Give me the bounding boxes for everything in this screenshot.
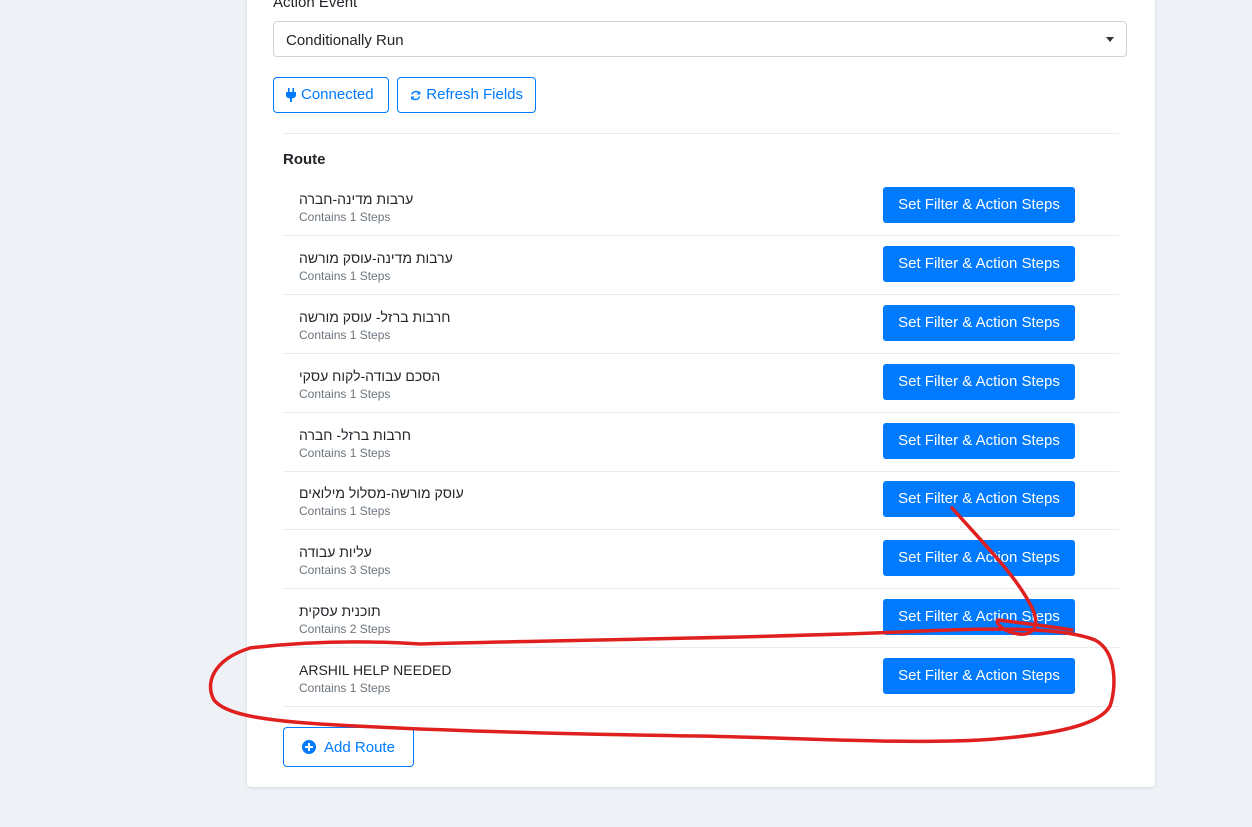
route-item-steps: Contains 1 Steps [299, 387, 391, 401]
connected-label: Connected [301, 86, 374, 103]
route-row-divider [283, 412, 1119, 413]
route-row-divider [283, 529, 1119, 530]
route-item-name: תוכנית עסקית [299, 603, 381, 619]
route-item-name: ערבות מדינה-עוסק מורשה [299, 250, 453, 266]
route-item: ערבות מדינה-חברה Contains 1 Steps Set Fi… [283, 187, 1119, 245]
set-filter-action-steps-button[interactable]: Set Filter & Action Steps [883, 187, 1075, 223]
add-route-button[interactable]: Add Route [283, 727, 414, 767]
caret-down-icon [1106, 37, 1114, 42]
action-event-select[interactable]: Conditionally Run [273, 21, 1127, 57]
route-row-divider [283, 294, 1119, 295]
route-item-name: חרבות ברזל- חברה [299, 427, 411, 443]
add-route-label: Add Route [324, 738, 395, 756]
plug-icon [286, 88, 296, 102]
action-event-value: Conditionally Run [286, 32, 404, 49]
route-item: ARSHIL HELP NEEDED Contains 1 Steps Set … [283, 658, 1119, 716]
set-filter-action-steps-button[interactable]: Set Filter & Action Steps [883, 246, 1075, 282]
set-filter-action-steps-button[interactable]: Set Filter & Action Steps [883, 540, 1075, 576]
section-divider [283, 133, 1119, 134]
route-item-name: הסכם עבודה-לקוח עסקי [299, 368, 441, 384]
route-item: חרבות ברזל- חברה Contains 1 Steps Set Fi… [283, 423, 1119, 481]
set-filter-action-steps-button[interactable]: Set Filter & Action Steps [883, 364, 1075, 400]
set-filter-action-steps-button[interactable]: Set Filter & Action Steps [883, 423, 1075, 459]
set-filter-action-steps-button[interactable]: Set Filter & Action Steps [883, 305, 1075, 341]
route-item: הסכם עבודה-לקוח עסקי Contains 1 Steps Se… [283, 364, 1119, 422]
set-filter-action-steps-button[interactable]: Set Filter & Action Steps [883, 481, 1075, 517]
route-item-steps: Contains 3 Steps [299, 563, 391, 577]
route-item-steps: Contains 1 Steps [299, 269, 391, 283]
route-row-divider [283, 235, 1119, 236]
route-item: תוכנית עסקית Contains 2 Steps Set Filter… [283, 599, 1119, 657]
route-row-divider [283, 471, 1119, 472]
refresh-fields-button[interactable]: Refresh Fields [397, 77, 536, 113]
route-item-name: עליות עבודה [299, 544, 372, 560]
route-row-divider [283, 353, 1119, 354]
set-filter-action-steps-button[interactable]: Set Filter & Action Steps [883, 658, 1075, 694]
route-item-name: ARSHIL HELP NEEDED [299, 662, 452, 678]
route-item-steps: Contains 1 Steps [299, 446, 391, 460]
route-item-steps: Contains 1 Steps [299, 210, 391, 224]
action-event-label: Action Event [273, 0, 358, 11]
route-item-name: ערבות מדינה-חברה [299, 191, 414, 207]
route-item-steps: Contains 1 Steps [299, 681, 391, 695]
route-item-steps: Contains 2 Steps [299, 622, 391, 636]
refresh-icon [411, 90, 421, 100]
route-row-divider [283, 706, 1119, 707]
route-item: עליות עבודה Contains 3 Steps Set Filter … [283, 540, 1119, 598]
route-item-steps: Contains 1 Steps [299, 504, 391, 518]
route-item-steps: Contains 1 Steps [299, 328, 391, 342]
route-item: עוסק מורשה-מסלול מילואים Contains 1 Step… [283, 481, 1119, 539]
route-item-name: חרבות ברזל- עוסק מורשה [299, 309, 451, 325]
refresh-label: Refresh Fields [426, 86, 523, 103]
route-item: חרבות ברזל- עוסק מורשה Contains 1 Steps … [283, 305, 1119, 363]
set-filter-action-steps-button[interactable]: Set Filter & Action Steps [883, 599, 1075, 635]
route-row-divider [283, 647, 1119, 648]
route-item-name: עוסק מורשה-מסלול מילואים [299, 485, 464, 501]
plus-circle-icon [302, 740, 317, 754]
route-item: ערבות מדינה-עוסק מורשה Contains 1 Steps … [283, 246, 1119, 304]
route-heading: Route [283, 151, 326, 168]
page: Action Event Conditionally Run Connected… [0, 0, 1252, 827]
route-row-divider [283, 588, 1119, 589]
connected-button[interactable]: Connected [273, 77, 389, 113]
